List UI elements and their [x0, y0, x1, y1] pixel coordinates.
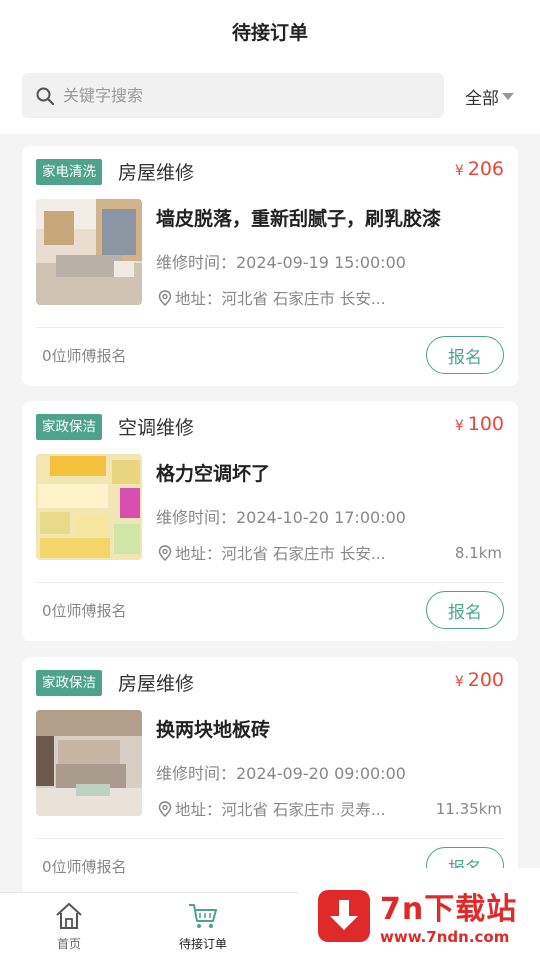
divider [36, 582, 504, 583]
tab-home-label: 首页 [56, 937, 81, 951]
order-card[interactable]: 家政保洁 空调维修 ¥100 格力空调坏了 维修时间：2024-10-20 17… [22, 401, 518, 641]
service-tag: 家政保洁 [36, 670, 102, 696]
caret-down-icon [502, 93, 514, 100]
location-pin-icon [158, 801, 172, 817]
service-time: 维修时间：2024-09-20 09:00:00 [156, 764, 406, 783]
signup-button[interactable]: 报名 [426, 336, 504, 374]
address-text: 地址：河北省 石家庄市 长安... [175, 545, 386, 563]
order-category: 房屋维修 [118, 162, 195, 184]
distance: 8.1km [454, 544, 502, 562]
order-card[interactable]: 家政保洁 房屋维修 ¥200 换两块地板砖 维修时间：2024-09-20 09… [22, 657, 518, 897]
currency-symbol: ¥ [454, 163, 464, 179]
order-category: 房屋维修 [118, 673, 195, 695]
divider [36, 327, 504, 328]
order-price: ¥200 [455, 669, 504, 691]
watermark-title: 7n下载站 [380, 892, 518, 927]
search-icon [35, 85, 57, 107]
filter-dropdown[interactable]: 全部 [465, 84, 514, 109]
signup-button[interactable]: 报名 [426, 591, 504, 629]
search-box[interactable] [22, 73, 444, 118]
address: 地址：河北省 石家庄市 灵寿... [158, 798, 418, 820]
service-time: 维修时间：2024-09-19 15:00:00 [156, 253, 406, 272]
divider [36, 838, 504, 839]
address: 地址：河北省 石家庄市 长安... [158, 287, 418, 309]
address-text: 地址：河北省 石家庄市 长安... [175, 290, 386, 308]
tab-home[interactable]: 首页 [24, 899, 114, 952]
order-price: ¥206 [455, 158, 504, 180]
order-price: ¥100 [455, 413, 504, 435]
order-title: 格力空调坏了 [156, 463, 271, 485]
signup-count: 0位师傅报名 [42, 347, 127, 365]
cart-icon [186, 899, 220, 933]
page-title: 待接订单 [231, 22, 308, 44]
signup-count: 0位师傅报名 [42, 858, 127, 876]
search-input[interactable] [63, 75, 423, 116]
service-time: 维修时间：2024-10-20 17:00:00 [156, 508, 406, 527]
address: 地址：河北省 石家庄市 长安... [158, 542, 418, 564]
tab-orders[interactable]: 待接订单 [158, 899, 248, 952]
order-photo [36, 710, 142, 816]
order-title: 换两块地板砖 [156, 719, 271, 741]
service-tag: 家电清洗 [36, 159, 102, 185]
location-pin-icon [158, 545, 172, 561]
order-photo [36, 199, 142, 305]
watermark: 7n下载站 www.7ndn.com [298, 868, 540, 960]
currency-symbol: ¥ [454, 674, 464, 690]
tab-orders-label: 待接订单 [178, 937, 227, 951]
header: 待接订单 全部 [0, 0, 540, 134]
signup-count: 0位师傅报名 [42, 602, 127, 620]
service-tag: 家政保洁 [36, 414, 102, 440]
location-pin-icon [158, 290, 172, 306]
order-card[interactable]: 家电清洗 房屋维修 ¥206 墙皮脱落，重新刮腻子，刷乳胶漆 维修时间：2024… [22, 146, 518, 386]
address-text: 地址：河北省 石家庄市 灵寿... [175, 801, 386, 819]
home-icon [52, 899, 86, 933]
price-value: 200 [467, 669, 504, 691]
price-value: 206 [467, 158, 504, 180]
price-value: 100 [467, 413, 504, 435]
download-logo-icon [318, 890, 370, 942]
filter-label: 全部 [465, 89, 499, 109]
order-title: 墙皮脱落，重新刮腻子，刷乳胶漆 [156, 208, 442, 230]
distance: 11.35km [435, 800, 502, 818]
currency-symbol: ¥ [454, 418, 464, 434]
order-photo [36, 454, 142, 560]
watermark-url: www.7ndn.com [380, 928, 510, 946]
order-category: 空调维修 [118, 417, 195, 439]
